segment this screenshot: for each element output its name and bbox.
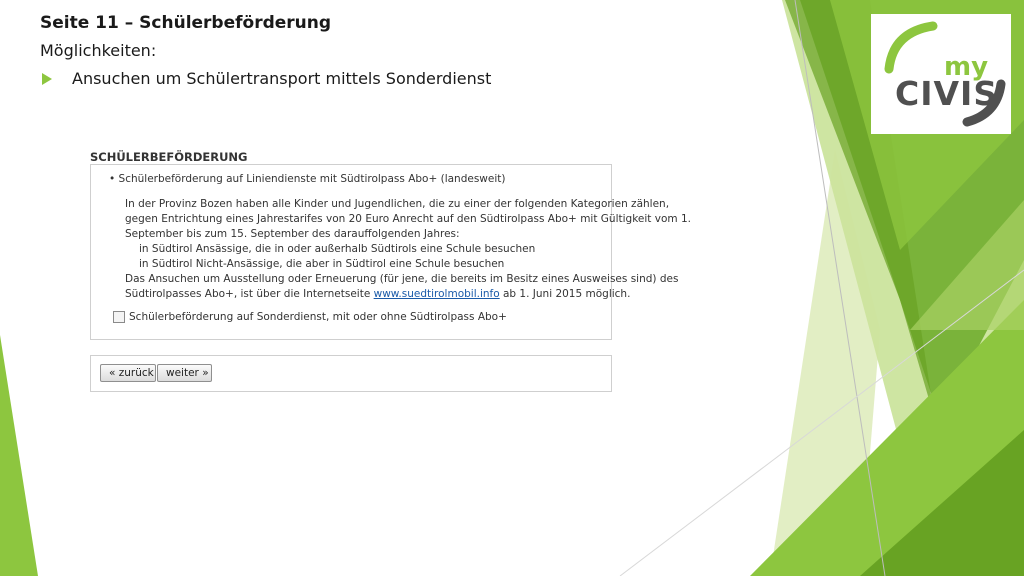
info-line: gegen Entrichtung eines Jahrestarifes vo…: [125, 213, 691, 225]
info-line: Das Ansuchen um Ausstellung oder Erneuer…: [125, 273, 679, 285]
info-text: In der Provinz Bozen haben alle Kinder u…: [125, 197, 691, 302]
info-prefix: Südtirolpasses Abo+, ist über die Intern…: [125, 288, 374, 300]
back-button[interactable]: « zurück: [100, 364, 156, 382]
bullet-arrow-icon: [42, 72, 52, 85]
sonderdienst-label[interactable]: Schülerbeförderung auf Sonderdienst, mit…: [129, 311, 507, 323]
info-line: in Südtirol Nicht-Ansässige, die aber in…: [139, 258, 505, 270]
logo-civis-text: CIVIS: [895, 74, 999, 113]
form-title: SCHÜLERBEFÖRDERUNG: [90, 150, 248, 164]
option-liniendienst: • Schülerbeförderung auf Liniendienste m…: [109, 173, 506, 185]
bullet-text: Ansuchen um Schülertransport mittels Son…: [72, 69, 492, 88]
suedtirolmobil-link[interactable]: www.suedtirolmobil.info: [374, 288, 500, 300]
option-sonderdienst[interactable]: Schülerbeförderung auf Sonderdienst, mit…: [113, 311, 507, 323]
info-line: In der Provinz Bozen haben alle Kinder u…: [125, 198, 670, 210]
sonderdienst-checkbox[interactable]: [113, 311, 125, 323]
slide-title: Seite 11 – Schülerbeförderung: [40, 13, 332, 33]
form-panel: • Schülerbeförderung auf Liniendienste m…: [90, 164, 691, 340]
slide-subtitle: Möglichkeiten:: [40, 41, 157, 60]
next-button[interactable]: weiter »: [157, 364, 212, 382]
info-line: September bis zum 15. September des dara…: [125, 228, 460, 240]
info-line-last: Südtirolpasses Abo+, ist über die Intern…: [125, 287, 691, 302]
bullet-item: Ansuchen um Schülertransport mittels Son…: [40, 69, 491, 88]
info-suffix: ab 1. Juni 2015 möglich.: [499, 288, 631, 300]
info-line: in Südtirol Ansässige, die in oder außer…: [139, 243, 536, 255]
mycivis-logo: my CIVIS: [871, 14, 1011, 134]
navigation-panel: « zurück weiter »: [90, 355, 612, 392]
